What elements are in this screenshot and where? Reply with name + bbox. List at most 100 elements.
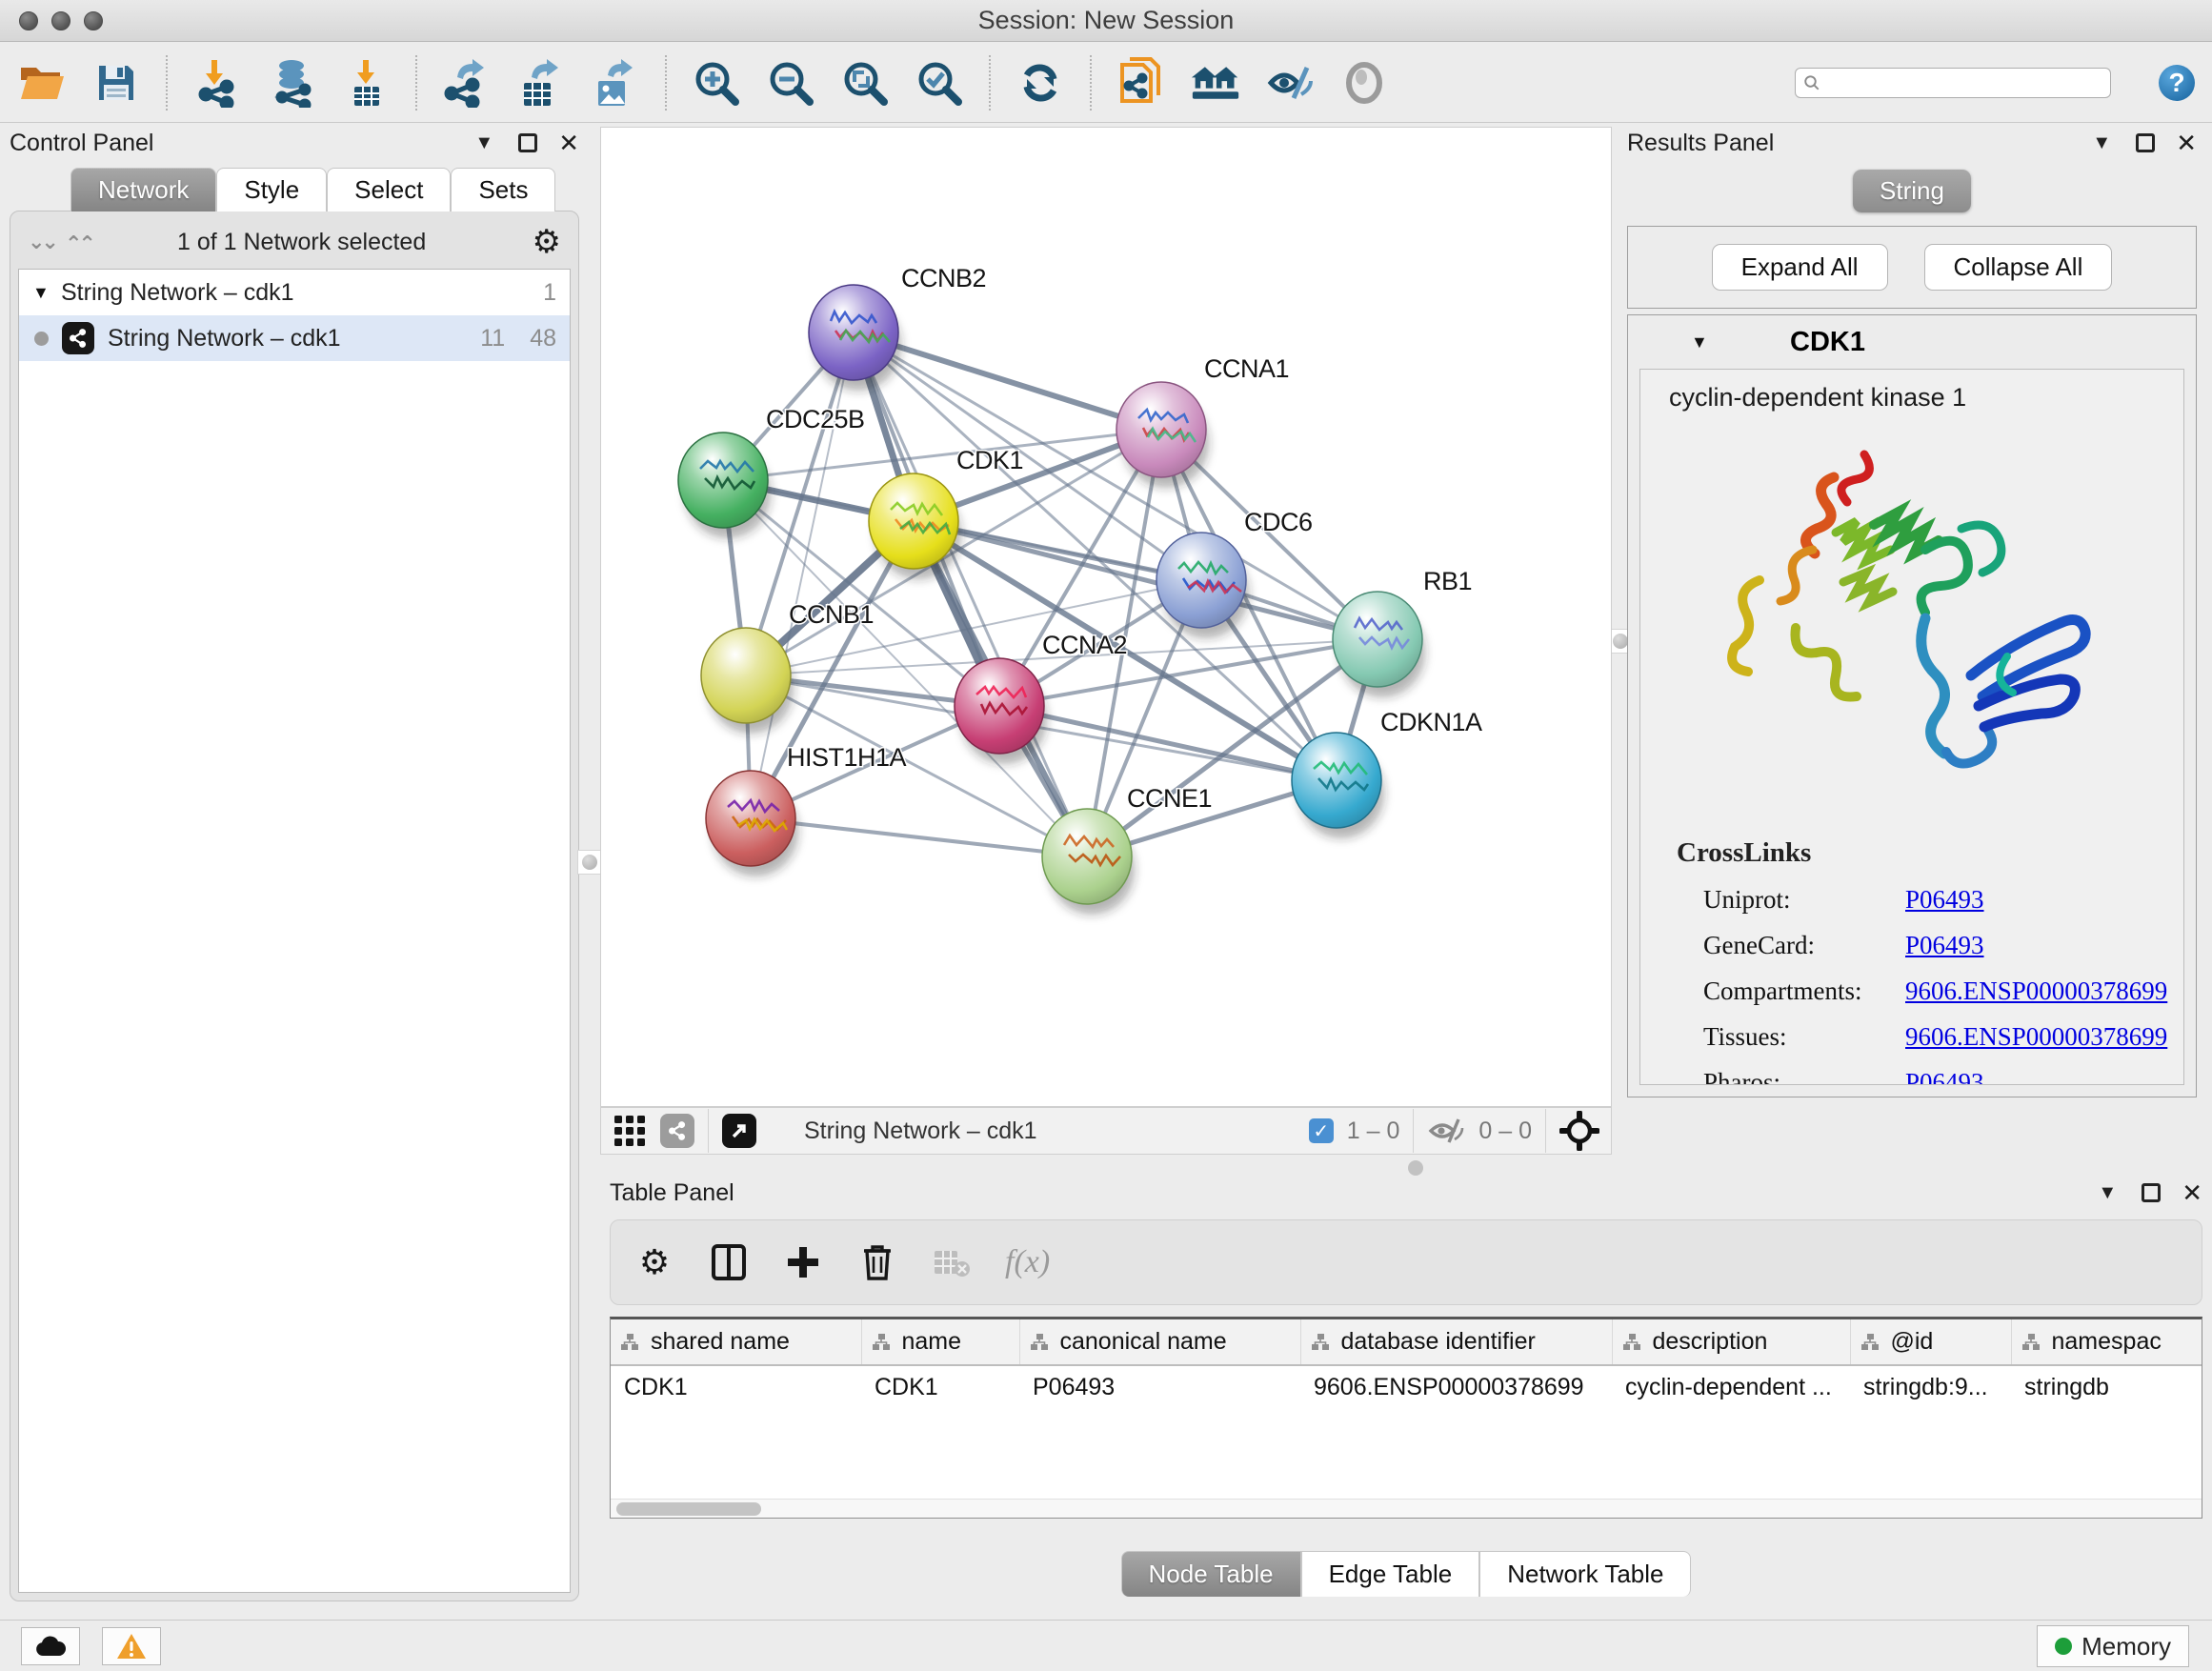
panel-float-icon[interactable] (518, 133, 537, 152)
crosslink-row: Pharos:P06493 (1703, 1068, 2183, 1085)
crosslink-link[interactable]: 9606.ENSP00000378699 (1905, 976, 2167, 1006)
tab-network-table[interactable]: Network Table (1479, 1551, 1691, 1597)
collapse-all-button[interactable]: Collapse All (1924, 244, 2113, 291)
save-session-button[interactable] (91, 58, 141, 108)
help-button[interactable]: ? (2159, 65, 2195, 101)
column-header-label: @id (1891, 1328, 1934, 1355)
column-type-icon (2021, 1333, 2041, 1352)
crosshair-icon[interactable] (1559, 1111, 1599, 1151)
delete-column-icon[interactable] (856, 1241, 898, 1283)
collection-expander-icon[interactable]: ▼ (32, 283, 61, 303)
tab-select[interactable]: Select (327, 168, 451, 211)
network-collection-row[interactable]: ▼ String Network – cdk1 1 (19, 270, 570, 315)
panel-menu-icon[interactable]: ▼ (474, 132, 493, 154)
node-label-CCNB1: CCNB1 (789, 600, 874, 629)
table-cell[interactable]: CDK1 (861, 1365, 1019, 1409)
home-network-button[interactable] (1191, 58, 1240, 108)
search-input[interactable] (1828, 70, 2102, 95)
column-header-@id[interactable]: @id (1850, 1319, 2011, 1365)
memory-button[interactable]: Memory (2037, 1625, 2189, 1667)
network-options-gear-icon[interactable]: ⚙ (533, 226, 561, 258)
column-header-canonical-name[interactable]: canonical name (1019, 1319, 1300, 1365)
table-cell[interactable]: stringdb:9... (1850, 1365, 2011, 1409)
crosslink-link[interactable]: P06493 (1905, 1068, 1984, 1085)
table-settings-gear-icon[interactable]: ⚙ (633, 1241, 675, 1283)
network-edge-HIST1H1A-CCNE1[interactable] (751, 818, 1087, 856)
import-network-button[interactable] (192, 58, 242, 108)
hide-panel-button[interactable] (1265, 58, 1315, 108)
export-table-button[interactable] (516, 58, 566, 108)
import-table-button[interactable] (341, 58, 391, 108)
network-edge-CCNA2-CDKN1A[interactable] (999, 706, 1337, 780)
cloud-button[interactable] (21, 1627, 80, 1665)
column-header-name[interactable]: name (861, 1319, 1019, 1365)
tab-string[interactable]: String (1853, 170, 1971, 212)
string-share-icon[interactable] (660, 1114, 694, 1148)
open-session-button[interactable] (17, 58, 67, 108)
column-header-description[interactable]: description (1612, 1319, 1850, 1365)
add-column-icon[interactable] (782, 1241, 824, 1283)
network-canvas[interactable]: CCNB2CCNA1CDC25BCDK1CDC6RB1CCNB1CCNA2CDK… (600, 127, 1612, 1107)
zoom-out-button[interactable] (766, 58, 815, 108)
hidden-eye-icon[interactable] (1427, 1117, 1465, 1145)
network-node-HIST1H1A[interactable]: HIST1H1A (706, 743, 907, 876)
warning-button[interactable] (102, 1627, 161, 1665)
search-box[interactable] (1795, 68, 2111, 98)
crosslink-link[interactable]: P06493 (1905, 885, 1984, 915)
panel-float-icon[interactable] (2142, 1183, 2161, 1202)
network-node-CDKN1A[interactable]: CDKN1A (1292, 708, 1482, 838)
birdseye-grid-icon[interactable] (613, 1114, 647, 1148)
entry-expander-icon[interactable]: ▼ (1691, 332, 1719, 352)
tab-network[interactable]: Network (70, 168, 216, 211)
table-cell[interactable]: stringdb (2011, 1365, 2202, 1409)
collapse-all-icon[interactable]: ⌄⌄ (28, 230, 55, 254)
panel-float-icon[interactable] (2136, 133, 2155, 152)
network-edge-CCNB2-CCNE1[interactable] (854, 332, 1087, 856)
network-node-RB1[interactable]: RB1 (1333, 567, 1472, 697)
export-network-button[interactable] (442, 58, 492, 108)
export-network-icon (444, 58, 490, 108)
network-node-CCNE1[interactable]: CCNE1 (1042, 784, 1212, 915)
panel-close-icon[interactable]: ✕ (2182, 1178, 2202, 1208)
tab-edge-table[interactable]: Edge Table (1301, 1551, 1480, 1597)
panel-menu-icon[interactable]: ▼ (2092, 132, 2111, 154)
horizontal-scrollbar[interactable] (611, 1499, 2202, 1518)
tab-node-table[interactable]: Node Table (1121, 1551, 1301, 1597)
left-splitter-handle[interactable] (577, 850, 602, 875)
column-header-database-identifier[interactable]: database identifier (1300, 1319, 1612, 1365)
table-row[interactable]: CDK1CDK1P064939606.ENSP00000378699cyclin… (611, 1365, 2202, 1409)
crosslink-link[interactable]: 9606.ENSP00000378699 (1905, 1022, 2167, 1052)
table-cell[interactable]: cyclin-dependent ... (1612, 1365, 1850, 1409)
export-image-button[interactable] (591, 58, 640, 108)
network-node-CCNB1[interactable]: CCNB1 (701, 600, 874, 734)
zoom-selected-button[interactable] (915, 58, 964, 108)
refresh-button[interactable] (1016, 58, 1065, 108)
share-document-button[interactable] (1116, 58, 1166, 108)
table-cell[interactable]: CDK1 (611, 1365, 861, 1409)
selection-checkbox[interactable]: ✓ (1309, 1118, 1334, 1143)
table-cell[interactable]: 9606.ENSP00000378699 (1300, 1365, 1612, 1409)
network-node-CDK1[interactable]: CDK1 (869, 446, 1023, 579)
column-header-shared-name[interactable]: shared name (611, 1319, 861, 1365)
expand-all-button[interactable]: Expand All (1712, 244, 1888, 291)
column-header-namespac[interactable]: namespac (2011, 1319, 2202, 1365)
zoom-fit-button[interactable] (840, 58, 890, 108)
show-panel-button[interactable] (1339, 58, 1389, 108)
open-external-icon[interactable] (722, 1114, 756, 1148)
houses-icon (1191, 62, 1240, 104)
show-columns-icon[interactable] (708, 1241, 750, 1283)
panel-close-icon[interactable]: ✕ (558, 129, 579, 158)
scrollbar-thumb[interactable] (616, 1502, 761, 1516)
panel-close-icon[interactable]: ✕ (2176, 129, 2197, 158)
crosslink-label: Tissues: (1703, 1022, 1905, 1052)
zoom-in-button[interactable] (692, 58, 741, 108)
tab-style[interactable]: Style (216, 168, 327, 211)
network-row[interactable]: String Network – cdk1 1148 (19, 315, 570, 361)
network-graph[interactable]: CCNB2CCNA1CDC25BCDK1CDC6RB1CCNB1CCNA2CDK… (601, 128, 1611, 1106)
panel-menu-icon[interactable]: ▼ (2098, 1182, 2117, 1204)
crosslink-link[interactable]: P06493 (1905, 931, 1984, 960)
tab-sets[interactable]: Sets (451, 168, 555, 211)
table-cell[interactable]: P06493 (1019, 1365, 1300, 1409)
import-database-button[interactable] (267, 58, 316, 108)
expand-all-icon[interactable]: ⌄⌄ (69, 230, 96, 254)
